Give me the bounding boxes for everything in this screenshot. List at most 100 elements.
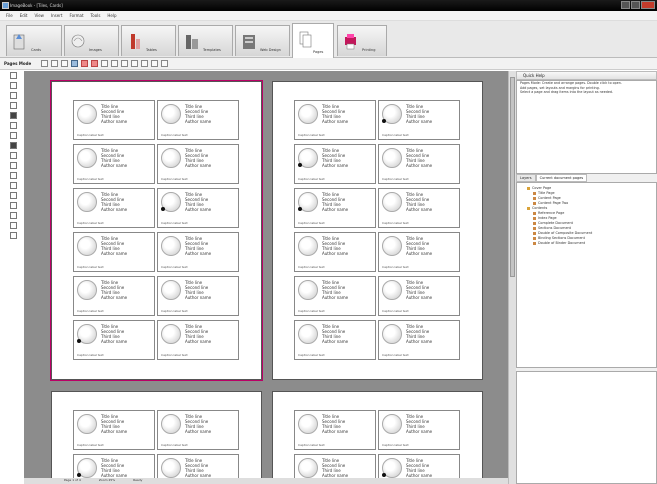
card-tile[interactable]: Title line Second line Third line Author… — [294, 410, 376, 450]
card-text: Title line Second line Third line Author… — [185, 148, 212, 168]
image-tool-icon[interactable] — [10, 122, 17, 129]
document-icon — [533, 191, 536, 195]
card-marker — [382, 119, 386, 123]
tab-images[interactable]: Images — [64, 25, 119, 56]
menu-format[interactable]: Format — [69, 13, 83, 18]
card-tile[interactable]: Title line Second line Third line Author… — [294, 320, 376, 360]
card-tile[interactable]: Title line Second line Third line Author… — [378, 100, 460, 140]
grid-tool-icon[interactable] — [10, 232, 17, 239]
front-tool-icon[interactable] — [10, 202, 17, 209]
back-tool-icon[interactable] — [10, 212, 17, 219]
card-tile[interactable]: Title line Second line Third line Author… — [157, 276, 239, 316]
canvas-vertical-scrollbar[interactable] — [508, 71, 516, 484]
card-tile[interactable]: Title line Second line Third line Author… — [73, 144, 155, 184]
card-tile[interactable]: Title line Second line Third line Author… — [294, 232, 376, 272]
ungroup-tool-icon[interactable] — [10, 192, 17, 199]
crop-tool-icon[interactable] — [10, 152, 17, 159]
tree-item[interactable]: Double of Binder Document — [517, 241, 656, 246]
card-tile[interactable]: Title line Second line Third line Author… — [73, 100, 155, 140]
tab-pages[interactable]: Pages — [292, 23, 334, 58]
card-tile[interactable]: Title line Second line Third line Author… — [157, 100, 239, 140]
menu-edit[interactable]: Edit — [20, 13, 28, 18]
card-text: Title line Second line Third line Author… — [322, 414, 349, 434]
mirror-tool-icon[interactable] — [10, 172, 17, 179]
maximize-button[interactable] — [631, 1, 640, 9]
tab-cards[interactable]: Cards — [6, 25, 62, 56]
card-tile[interactable]: Title line Second line Third line Author… — [73, 188, 155, 228]
cut-icon[interactable] — [91, 60, 99, 67]
page-thumbnail[interactable]: Title line Second line Third line Author… — [272, 391, 483, 484]
mode-label: Pages Mode — [4, 61, 32, 66]
status-page: Page 1 of 4 — [64, 478, 81, 482]
document-icon — [533, 221, 536, 225]
card-tile[interactable]: Title line Second line Third line Author… — [378, 188, 460, 228]
duplicate-page-icon[interactable] — [51, 60, 59, 67]
tree-item-label: Contents — [532, 206, 548, 210]
card-tile[interactable]: Title line Second line Third line Author… — [294, 144, 376, 184]
line-tool-icon[interactable] — [10, 82, 17, 89]
close-button[interactable] — [641, 1, 655, 9]
card-caption: Caption label text — [161, 309, 188, 313]
card-tile[interactable]: Title line Second line Third line Author… — [157, 320, 239, 360]
layout-icon[interactable] — [61, 60, 69, 67]
card-tile[interactable]: Title line Second line Third line Author… — [157, 144, 239, 184]
tab-templates[interactable]: Templates — [178, 25, 233, 56]
card-tile[interactable]: Title line Second line Third line Author… — [378, 144, 460, 184]
page-canvas[interactable]: Title line Second line Third line Author… — [24, 71, 508, 484]
card-tile[interactable]: Title line Second line Third line Author… — [157, 410, 239, 450]
menu-file[interactable]: File — [6, 13, 13, 18]
new-page-icon[interactable] — [41, 60, 49, 67]
pen-tool-icon[interactable] — [10, 112, 17, 119]
redo-icon[interactable] — [111, 60, 119, 67]
card-text: Title line Second line Third line Author… — [101, 458, 128, 478]
card-tile[interactable]: Title line Second line Third line Author… — [73, 232, 155, 272]
document-icon — [533, 211, 536, 215]
card-tile[interactable]: Title line Second line Third line Author… — [294, 100, 376, 140]
menu-insert[interactable]: Insert — [51, 13, 62, 18]
select-tool-icon[interactable] — [10, 72, 17, 79]
menu-help[interactable]: Help — [107, 13, 116, 18]
single-page-icon[interactable] — [151, 60, 159, 67]
card-tile[interactable]: Title line Second line Third line Author… — [294, 188, 376, 228]
card-caption: Caption label text — [77, 177, 104, 181]
tree-item-label: Content Page Two — [538, 201, 569, 205]
menu-tools[interactable]: Tools — [91, 13, 101, 18]
menu-view[interactable]: View — [34, 13, 44, 18]
two-pages-icon[interactable] — [161, 60, 169, 67]
tab-layers[interactable]: Layers — [516, 174, 536, 182]
card-tile[interactable]: Title line Second line Third line Author… — [378, 232, 460, 272]
text-tool-icon[interactable] — [10, 132, 17, 139]
card-tile[interactable]: Title line Second line Third line Author… — [73, 410, 155, 450]
rotate-tool-icon[interactable] — [10, 162, 17, 169]
card-text: Title line Second line Third line Author… — [185, 458, 212, 478]
card-tile[interactable]: Title line Second line Third line Author… — [157, 188, 239, 228]
delete-page-icon[interactable] — [81, 60, 89, 67]
page-thumbnail[interactable]: Title line Second line Third line Author… — [51, 391, 262, 484]
group-tool-icon[interactable] — [10, 182, 17, 189]
card-tile[interactable]: Title line Second line Third line Author… — [378, 410, 460, 450]
card-marker — [77, 473, 81, 477]
scrollbar-thumb[interactable] — [510, 77, 515, 277]
card-tile[interactable]: Title line Second line Third line Author… — [73, 320, 155, 360]
ellipse-tool-icon[interactable] — [10, 102, 17, 109]
card-tile[interactable]: Title line Second line Third line Author… — [157, 232, 239, 272]
page-thumbnail[interactable]: Title line Second line Third line Author… — [272, 81, 483, 380]
zoom-in-icon[interactable] — [121, 60, 129, 67]
tab-printing[interactable]: Printing — [337, 25, 387, 56]
tab-tables[interactable]: Tables — [121, 25, 176, 56]
card-tile[interactable]: Title line Second line Third line Author… — [378, 320, 460, 360]
fill-tool-icon[interactable] — [10, 142, 17, 149]
card-tile[interactable]: Title line Second line Third line Author… — [294, 276, 376, 316]
minimize-button[interactable] — [621, 1, 630, 9]
rectangle-tool-icon[interactable] — [10, 92, 17, 99]
tab-web-design[interactable]: Web Design — [235, 25, 290, 56]
align-icon[interactable] — [71, 60, 79, 67]
tab-current-document-pages[interactable]: Current document pages — [535, 174, 588, 182]
page-thumbnail[interactable]: Title line Second line Third line Author… — [50, 80, 263, 381]
lock-tool-icon[interactable] — [10, 222, 17, 229]
fit-page-icon[interactable] — [141, 60, 149, 67]
undo-icon[interactable] — [101, 60, 109, 67]
card-tile[interactable]: Title line Second line Third line Author… — [378, 276, 460, 316]
card-tile[interactable]: Title line Second line Third line Author… — [73, 276, 155, 316]
zoom-out-icon[interactable] — [131, 60, 139, 67]
